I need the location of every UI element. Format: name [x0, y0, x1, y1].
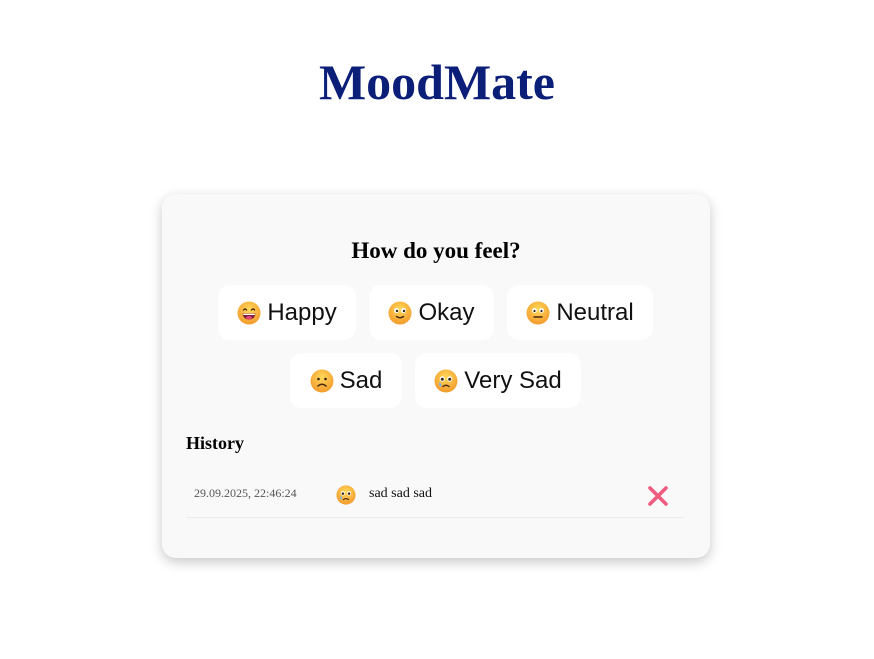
- mood-button-very-sad[interactable]: Very Sad: [415, 353, 581, 408]
- mood-card: How do you feel? Happy Okay Neutral Sad …: [162, 194, 710, 558]
- delete-entry-button[interactable]: [646, 484, 670, 508]
- grinning-face-icon: [237, 301, 261, 325]
- history-timestamp: 29.09.2025, 22:46:24: [194, 486, 297, 500]
- history-title: History: [186, 433, 244, 453]
- smiling-face-icon: [388, 301, 412, 325]
- app-title: MoodMate: [318, 54, 556, 110]
- mood-label-okay: Okay: [418, 298, 475, 326]
- history-entry: 29.09.2025, 22:46:24 sad sad sad: [186, 474, 684, 518]
- mood-button-sad[interactable]: Sad: [290, 353, 402, 408]
- mood-question: How do you feel?: [351, 238, 521, 263]
- neutral-face-icon: [526, 301, 550, 325]
- crying-face-icon: [434, 369, 458, 393]
- mood-button-okay[interactable]: Okay: [369, 285, 494, 340]
- frowning-face-icon: [310, 369, 334, 393]
- close-icon: [648, 486, 668, 506]
- crying-face-icon: [336, 485, 356, 505]
- history-note: sad sad sad: [369, 486, 432, 501]
- mood-label-happy: Happy: [267, 298, 337, 326]
- mood-label-very-sad: Very Sad: [464, 366, 562, 394]
- mood-label-sad: Sad: [339, 366, 383, 394]
- mood-button-neutral[interactable]: Neutral: [507, 285, 653, 340]
- mood-button-happy[interactable]: Happy: [218, 285, 356, 340]
- mood-label-neutral: Neutral: [556, 298, 634, 326]
